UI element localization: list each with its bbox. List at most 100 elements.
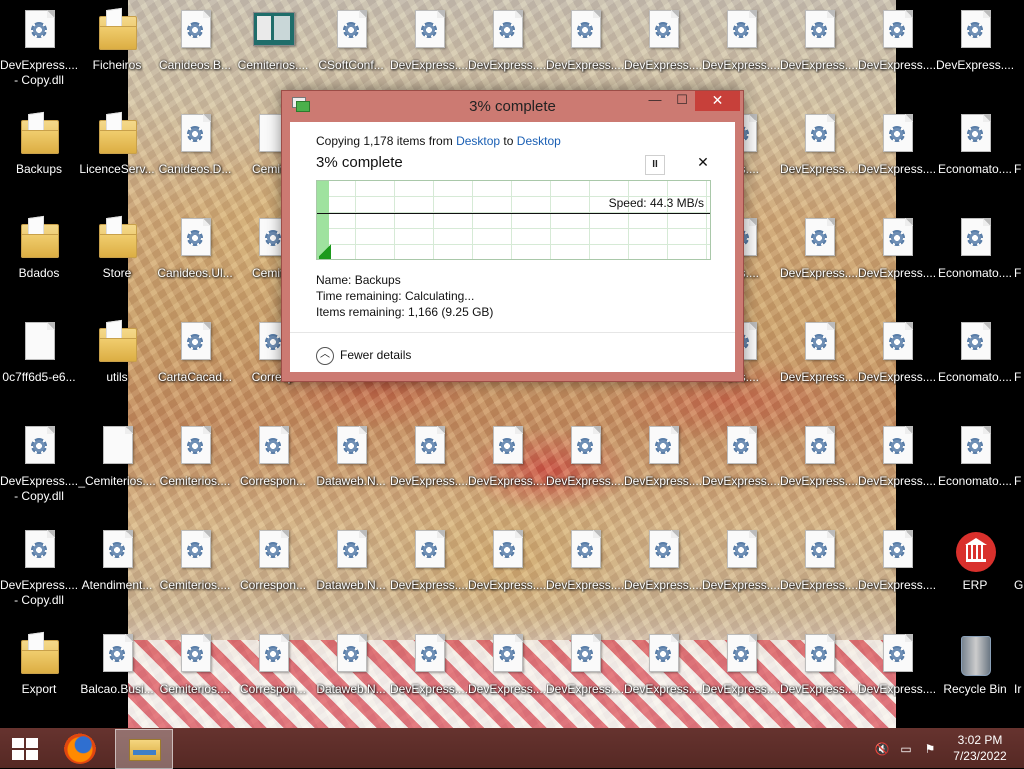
dll-file-icon <box>331 634 371 678</box>
desktop-icon[interactable]: DevExpress.... <box>702 10 780 73</box>
desktop-icon[interactable]: Cemiterios.... <box>156 634 234 697</box>
desktop-icon[interactable]: Ir <box>1014 634 1024 697</box>
desktop-icon[interactable]: Economato.... <box>936 426 1014 489</box>
desktop-icon[interactable]: Cemiterios.... <box>156 530 234 593</box>
dll-file-icon <box>331 10 371 54</box>
desktop-icon[interactable]: DevExpress.... <box>546 10 624 73</box>
desktop-icon[interactable]: DevExpress.... <box>780 426 858 489</box>
desktop-icon[interactable]: Export <box>0 634 78 697</box>
desktop-icon[interactable]: DevExpress.... <box>702 426 780 489</box>
desktop-icon[interactable]: Backups <box>0 114 78 177</box>
desktop-icon[interactable]: CartaCacad... <box>156 322 234 385</box>
desktop-icon[interactable]: DevExpress.... <box>702 530 780 593</box>
desktop-icon[interactable]: DevExpress.... <box>702 634 780 697</box>
desktop-icon[interactable]: F <box>1014 114 1024 177</box>
desktop-icon[interactable]: DevExpress.... - Copy.dll <box>0 530 78 608</box>
desktop-icon[interactable]: DevExpress.... <box>546 426 624 489</box>
desktop-icon[interactable]: F <box>1014 218 1024 281</box>
desktop-icon[interactable]: CSoftConf... <box>312 10 390 73</box>
maximize-button[interactable]: ☐ <box>669 91 695 111</box>
folder-icon <box>19 218 59 262</box>
desktop-icon[interactable]: Economato.... <box>936 322 1014 385</box>
desktop-icon[interactable]: DevExpress.... <box>780 634 858 697</box>
items-remaining-label: Items remaining: <box>316 305 405 319</box>
desktop-icon[interactable]: Dataweb.N... <box>312 530 390 593</box>
desktop-icon[interactable]: Correspon... <box>234 426 312 489</box>
desktop-icon[interactable]: _Cemiterios.... <box>78 426 156 489</box>
desktop-icon[interactable]: DevExpress.... - Copy.dll <box>0 426 78 504</box>
desktop-icon[interactable]: DevExpress.... <box>624 530 702 593</box>
desktop-icon[interactable]: DevExpress.... <box>390 10 468 73</box>
desktop-icon[interactable]: DevExpress.... <box>546 530 624 593</box>
desktop-icon[interactable]: DevExpress.... <box>780 530 858 593</box>
start-button[interactable] <box>12 738 38 760</box>
desktop-icon[interactable]: Canideos.D... <box>156 114 234 177</box>
desktop-icon[interactable]: ERP <box>936 530 1014 593</box>
desktop-icon[interactable]: DevExpress.... - Copy.dll <box>0 10 78 88</box>
destination-link[interactable]: Desktop <box>517 134 561 148</box>
desktop-icon[interactable]: DevExpress.... <box>858 634 936 697</box>
desktop-icon[interactable]: DevExpress.... <box>390 530 468 593</box>
desktop-icon[interactable]: Dataweb.N... <box>312 634 390 697</box>
pause-button[interactable]: II <box>645 155 665 175</box>
desktop-icon[interactable]: Store <box>78 218 156 281</box>
desktop-icon[interactable]: DevExpress.... <box>624 10 702 73</box>
desktop-icon[interactable]: DevExpress.... <box>468 530 546 593</box>
desktop-icon[interactable]: Canideos.Ul... <box>156 218 234 281</box>
desktop-icon[interactable]: G <box>1014 530 1024 593</box>
desktop-icon[interactable]: Correspon... <box>234 530 312 593</box>
volume-muted-icon[interactable]: 🔇 <box>874 742 890 756</box>
dialog-titlebar[interactable]: 3% complete — ☐ ✕ <box>282 91 743 119</box>
desktop-icon[interactable]: Cemiterios.... <box>234 10 312 73</box>
desktop-icon[interactable]: Economato.... <box>936 114 1014 177</box>
desktop-icon[interactable]: utils <box>78 322 156 385</box>
desktop-icon[interactable]: Correspon... <box>234 634 312 697</box>
cancel-copy-button[interactable]: ✕ <box>695 154 711 172</box>
desktop-icon[interactable]: Bdados <box>0 218 78 281</box>
desktop-icon[interactable]: Dataweb.N... <box>312 426 390 489</box>
fewer-details-button[interactable]: ︿ Fewer details <box>316 347 411 365</box>
desktop-icon-label: CartaCacad... <box>157 370 233 384</box>
desktop-icon[interactable]: Balcao.Busi... <box>78 634 156 697</box>
system-clock[interactable]: 3:02 PM 7/23/2022 <box>940 732 1020 764</box>
desktop-icon[interactable]: DevExpress.... <box>858 322 936 385</box>
desktop-icon[interactable]: DevExpress.... <box>858 114 936 177</box>
desktop-icon[interactable]: DevExpress.... <box>468 426 546 489</box>
desktop-icon[interactable]: DevExpress.... <box>390 634 468 697</box>
desktop-icon[interactable]: Recycle Bin <box>936 634 1014 697</box>
desktop-icon[interactable]: DevExpress.... <box>780 322 858 385</box>
close-button[interactable]: ✕ <box>695 91 740 111</box>
desktop-icon[interactable]: DevExpress.... <box>390 426 468 489</box>
desktop-icon[interactable]: DevExpress.... <box>624 426 702 489</box>
desktop-icon[interactable]: DevExpress.... <box>858 10 936 73</box>
desktop-icon[interactable]: DevExpress.... <box>780 114 858 177</box>
desktop-icon[interactable]: DevExpress.... <box>468 634 546 697</box>
desktop-icon[interactable]: DevExpress.... <box>936 10 1014 73</box>
desktop-icon[interactable]: DevExpress.... <box>858 426 936 489</box>
desktop-icon[interactable]: 0c7ff6d5-e6... <box>0 322 78 385</box>
desktop-icon[interactable]: DevExpress.... <box>780 218 858 281</box>
desktop-icon[interactable]: F <box>1014 426 1024 489</box>
desktop-icon[interactable]: Ficheiros <box>78 10 156 73</box>
desktop-icon[interactable]: DevExpress.... <box>468 10 546 73</box>
desktop-icon[interactable]: LicenceServ... <box>78 114 156 177</box>
desktop-icon[interactable]: Economato.... <box>936 218 1014 281</box>
desktop-icon-label: Economato.... <box>937 370 1013 384</box>
source-link[interactable]: Desktop <box>456 134 500 148</box>
desktop-icon[interactable]: DevExpress.... <box>546 634 624 697</box>
desktop-icon[interactable]: Atendiment... <box>78 530 156 593</box>
desktop-icon[interactable]: DevExpress.... <box>780 10 858 73</box>
dll-file-icon <box>799 114 839 158</box>
minimize-button[interactable]: — <box>642 91 668 111</box>
firefox-icon[interactable] <box>64 732 96 764</box>
desktop-icon-label: DevExpress.... <box>702 474 780 488</box>
file-explorer-taskbar-button[interactable] <box>115 729 173 769</box>
desktop-icon[interactable]: DevExpress.... <box>858 218 936 281</box>
network-icon[interactable]: ▭ <box>898 742 914 756</box>
desktop-icon[interactable]: Cemiterios.... <box>156 426 234 489</box>
desktop-icon[interactable]: F <box>1014 322 1024 385</box>
action-center-flag-icon[interactable]: ⚑ <box>922 742 938 756</box>
desktop-icon[interactable]: Canideos.B... <box>156 10 234 73</box>
desktop-icon[interactable]: DevExpress.... <box>624 634 702 697</box>
desktop-icon[interactable]: DevExpress.... <box>858 530 936 593</box>
